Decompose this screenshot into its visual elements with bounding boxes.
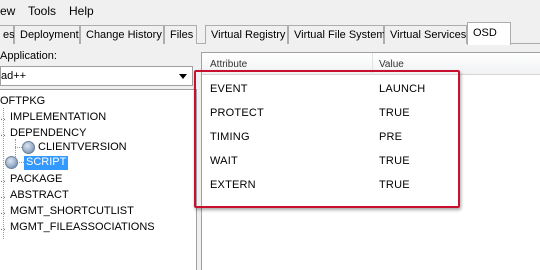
menu-bar: ew Tools Help <box>0 0 540 22</box>
tab-virtual-file-system[interactable]: Virtual File System <box>288 25 386 44</box>
gear-icon <box>5 156 18 169</box>
tab-virtual-services[interactable]: Virtual Services <box>384 25 467 44</box>
annotation-highlight-box <box>194 70 460 208</box>
tab-files[interactable]: Files <box>164 25 197 44</box>
menu-help[interactable]: Help <box>69 4 94 18</box>
tree-item-script[interactable]: SCRIPT <box>0 155 190 170</box>
gear-icon <box>22 141 35 154</box>
application-label: Application: <box>0 50 57 62</box>
menu-view[interactable]: ew <box>0 4 15 18</box>
tree-item-script-label: SCRIPT <box>24 156 69 170</box>
tab-virtual-registry[interactable]: Virtual Registry <box>205 25 288 44</box>
tree-item-clientversion[interactable]: CLIENTVERSION <box>0 140 190 155</box>
menu-tools[interactable]: Tools <box>28 4 56 18</box>
column-header-attribute[interactable]: Attribute <box>210 59 247 70</box>
application-select[interactable]: ad++ <box>0 66 193 86</box>
chevron-down-icon[interactable] <box>179 74 187 79</box>
tab-strip: es Deployment Change History Files Virtu… <box>0 22 540 45</box>
tab-change-history[interactable]: Change History <box>80 25 164 44</box>
tab-properties[interactable]: es <box>0 25 15 44</box>
column-header-value[interactable]: Value <box>379 59 404 70</box>
tab-osd[interactable]: OSD <box>467 22 511 45</box>
tab-deployment[interactable]: Deployment <box>14 25 80 44</box>
osd-tree[interactable]: OFTPKG .. IMPLEMENTATION .. DEPENDENCY C… <box>0 89 197 270</box>
application-select-value: ad++ <box>1 70 27 82</box>
